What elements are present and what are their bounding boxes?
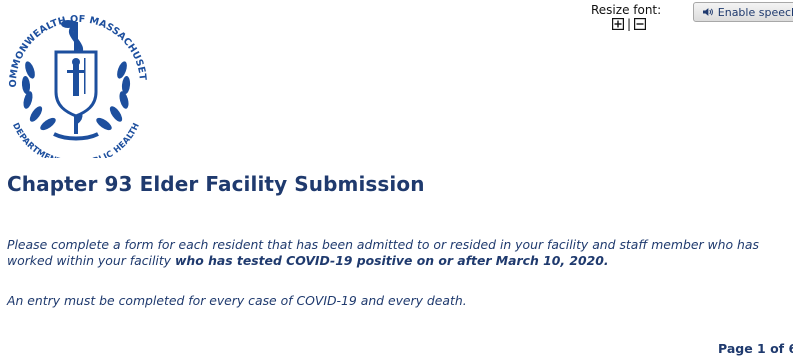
- intro-paragraph: Please complete a form for each resident…: [7, 237, 767, 269]
- minus-square-icon[interactable]: [634, 18, 647, 30]
- enable-speech-button[interactable]: Enable speech: [693, 2, 793, 22]
- plus-square-icon[interactable]: [611, 18, 624, 30]
- resize-separator: |: [626, 17, 632, 31]
- resize-font-buttons: |: [597, 18, 661, 30]
- speaker-icon: [703, 8, 713, 16]
- entry-note: An entry must be completed for every cas…: [7, 293, 467, 308]
- enable-speech-label: Enable speech: [717, 5, 793, 19]
- page-title: Chapter 93 Elder Facility Submission: [7, 172, 425, 196]
- intro-bold-text: who has tested COVID-19 positive on or a…: [174, 253, 609, 268]
- page-indicator: Page 1 of 6: [718, 341, 793, 356]
- massachusetts-dph-seal-logo: COMMONWEALTH OF MASSACHUSETTS DEPARTMENT…: [0, 0, 148, 158]
- resize-font-control: Resize font: |: [591, 3, 661, 30]
- resize-font-label: Resize font:: [591, 3, 662, 17]
